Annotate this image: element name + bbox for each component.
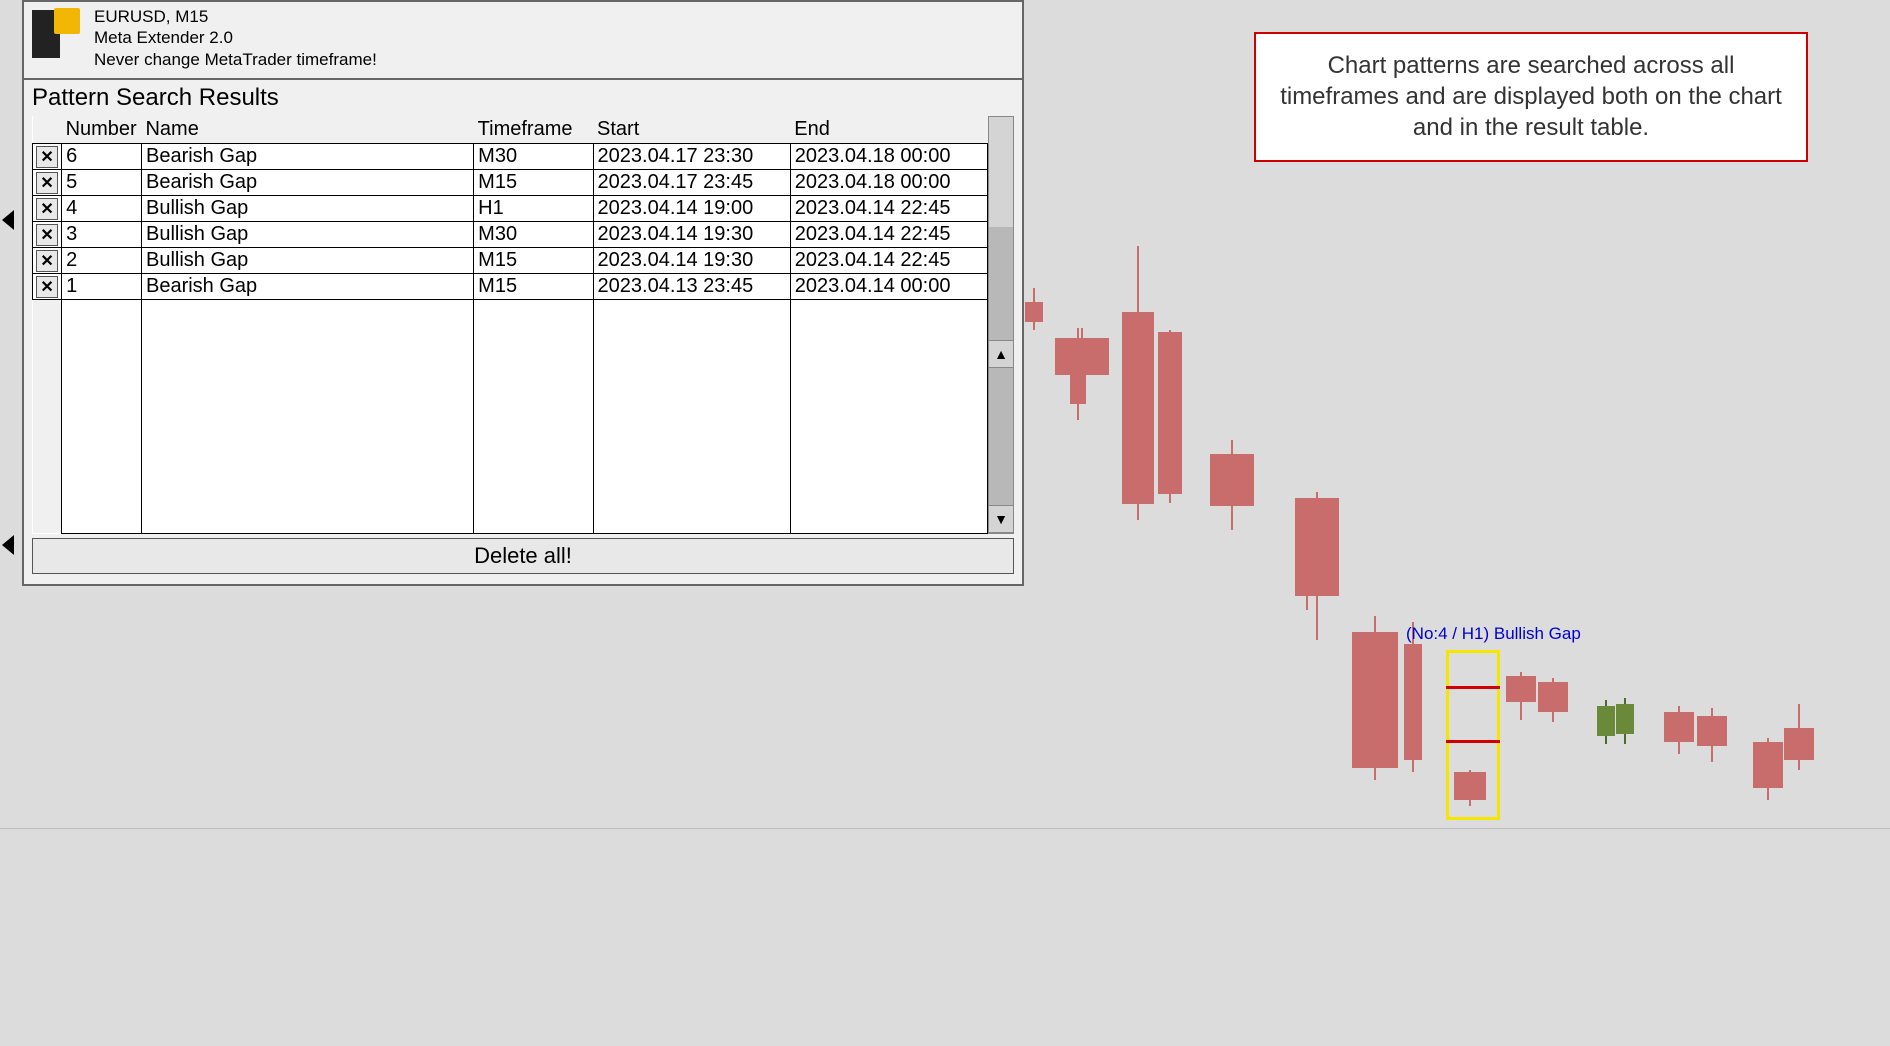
panel-header: EURUSD, M15 Meta Extender 2.0 Never chan… xyxy=(24,2,1022,78)
candle xyxy=(1664,706,1694,754)
cell-timeframe: M30 xyxy=(474,143,593,169)
candle xyxy=(1697,708,1727,762)
candle xyxy=(1298,560,1316,610)
cell-number: 1 xyxy=(62,273,142,299)
table-row-empty xyxy=(33,429,988,455)
candle xyxy=(1597,700,1615,744)
cell-end: 2023.04.14 22:45 xyxy=(790,247,987,273)
panel-collapse-arrow-top[interactable] xyxy=(2,210,14,230)
col-start-header: Start xyxy=(593,116,790,144)
cell-timeframe: M15 xyxy=(474,169,593,195)
cell-start: 2023.04.17 23:30 xyxy=(593,143,790,169)
panel-body: Pattern Search Results Number Name xyxy=(24,78,1022,584)
cell-end: 2023.04.14 00:00 xyxy=(790,273,987,299)
delete-row-button[interactable]: ✕ xyxy=(36,224,58,246)
meta-extender-logo-icon xyxy=(32,6,82,61)
gap-line xyxy=(1446,686,1500,689)
delete-row-button[interactable]: ✕ xyxy=(36,198,58,220)
table-row-empty xyxy=(33,403,988,429)
candle xyxy=(1506,672,1536,720)
cell-start: 2023.04.17 23:45 xyxy=(593,169,790,195)
cell-number: 5 xyxy=(62,169,142,195)
table-row-empty xyxy=(33,377,988,403)
delete-row-button[interactable]: ✕ xyxy=(36,250,58,272)
gap-line xyxy=(1446,740,1500,743)
cell-name: Bearish Gap xyxy=(141,143,473,169)
table-row-empty xyxy=(33,507,988,533)
candle xyxy=(1352,616,1398,780)
cell-end: 2023.04.18 00:00 xyxy=(790,169,987,195)
table-row[interactable]: ✕3Bullish GapM302023.04.14 19:302023.04.… xyxy=(33,221,988,247)
header-text: EURUSD, M15 Meta Extender 2.0 Never chan… xyxy=(94,6,377,70)
cell-timeframe: M15 xyxy=(474,247,593,273)
candle xyxy=(1025,288,1043,330)
candle xyxy=(1616,698,1634,744)
arrow-down-icon: ▼ xyxy=(994,511,1008,527)
table-row[interactable]: ✕1Bearish GapM152023.04.13 23:452023.04.… xyxy=(33,273,988,299)
cell-end: 2023.04.18 00:00 xyxy=(790,143,987,169)
candle xyxy=(1753,738,1783,800)
table-row-empty xyxy=(33,455,988,481)
candle xyxy=(1070,328,1086,420)
cell-name: Bearish Gap xyxy=(141,169,473,195)
table-row[interactable]: ✕2Bullish GapM152023.04.14 19:302023.04.… xyxy=(33,247,988,273)
cell-start: 2023.04.14 19:00 xyxy=(593,195,790,221)
results-table: Number Name Timeframe Start End ✕6Bearis… xyxy=(32,116,988,534)
header-product: Meta Extender 2.0 xyxy=(94,27,377,48)
table-row-empty xyxy=(33,325,988,351)
candle xyxy=(1122,246,1154,520)
table-scrollbar[interactable]: ▲ ▼ xyxy=(988,116,1014,534)
pattern-highlight-box xyxy=(1446,650,1500,820)
cell-name: Bullish Gap xyxy=(141,221,473,247)
col-name-header: Name xyxy=(141,116,473,144)
cell-number: 3 xyxy=(62,221,142,247)
cell-number: 2 xyxy=(62,247,142,273)
chart-pattern-label: (No:4 / H1) Bullish Gap xyxy=(1406,624,1581,644)
arrow-up-icon: ▲ xyxy=(994,346,1008,362)
delete-row-button[interactable]: ✕ xyxy=(36,172,58,194)
table-row[interactable]: ✕4Bullish GapH12023.04.14 19:002023.04.1… xyxy=(33,195,988,221)
scroll-down-button[interactable]: ▼ xyxy=(989,505,1013,533)
panel-collapse-arrow-bottom[interactable] xyxy=(2,535,14,555)
table-row-empty xyxy=(33,299,988,325)
cell-end: 2023.04.14 22:45 xyxy=(790,195,987,221)
col-timeframe-header: Timeframe xyxy=(474,116,593,144)
delete-row-button[interactable]: ✕ xyxy=(36,276,58,298)
section-title: Pattern Search Results xyxy=(24,80,1022,114)
delete-all-button[interactable]: Delete all! xyxy=(32,538,1014,574)
table-row-empty xyxy=(33,351,988,377)
chart-baseline xyxy=(0,828,1890,829)
table-row[interactable]: ✕5Bearish GapM152023.04.17 23:452023.04.… xyxy=(33,169,988,195)
candle xyxy=(1210,440,1254,530)
col-number-header: Number xyxy=(62,116,142,144)
candle xyxy=(1784,704,1814,770)
cell-name: Bullish Gap xyxy=(141,247,473,273)
cell-number: 6 xyxy=(62,143,142,169)
cell-name: Bullish Gap xyxy=(141,195,473,221)
cell-number: 4 xyxy=(62,195,142,221)
candle xyxy=(1404,622,1422,772)
header-notice: Never change MetaTrader timeframe! xyxy=(94,49,377,70)
results-table-wrap: Number Name Timeframe Start End ✕6Bearis… xyxy=(32,116,1014,534)
cell-timeframe: M15 xyxy=(474,273,593,299)
cell-start: 2023.04.13 23:45 xyxy=(593,273,790,299)
cell-timeframe: H1 xyxy=(474,195,593,221)
cell-start: 2023.04.14 19:30 xyxy=(593,221,790,247)
cell-start: 2023.04.14 19:30 xyxy=(593,247,790,273)
candle xyxy=(1538,678,1568,722)
scroll-up-button[interactable]: ▲ xyxy=(989,340,1013,368)
col-end-header: End xyxy=(790,116,987,144)
table-header-row: Number Name Timeframe Start End xyxy=(33,116,988,144)
delete-row-button[interactable]: ✕ xyxy=(36,146,58,168)
info-callout: Chart patterns are searched across all t… xyxy=(1254,32,1808,162)
header-symbol: EURUSD, M15 xyxy=(94,6,377,27)
cell-end: 2023.04.14 22:45 xyxy=(790,221,987,247)
candle xyxy=(1158,330,1182,503)
scrollbar-thumb[interactable] xyxy=(989,117,1013,227)
cell-name: Bearish Gap xyxy=(141,273,473,299)
table-row-empty xyxy=(33,481,988,507)
pattern-search-panel: EURUSD, M15 Meta Extender 2.0 Never chan… xyxy=(22,0,1024,586)
table-row[interactable]: ✕6Bearish GapM302023.04.17 23:302023.04.… xyxy=(33,143,988,169)
cell-timeframe: M30 xyxy=(474,221,593,247)
